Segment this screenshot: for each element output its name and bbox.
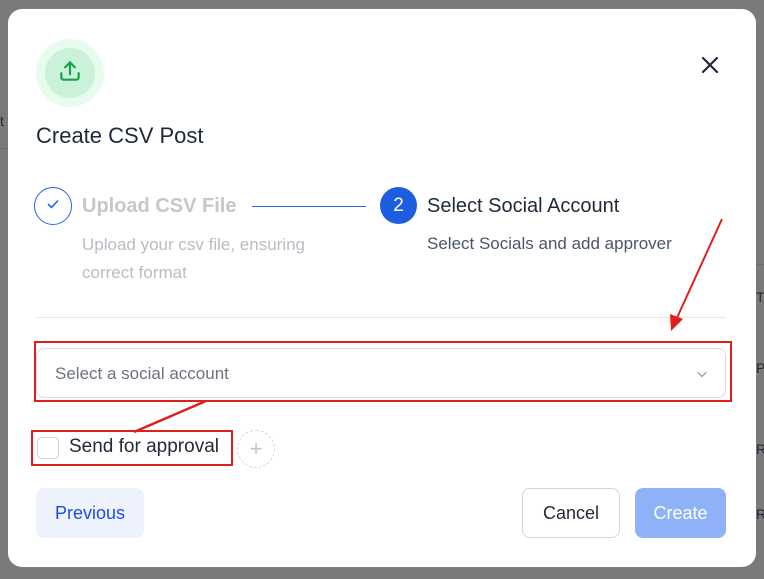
background-text: P xyxy=(756,360,764,376)
select-placeholder: Select a social account xyxy=(55,364,229,383)
step-1-title: Upload CSV File xyxy=(82,195,237,217)
check-icon xyxy=(46,197,60,216)
background-divider xyxy=(756,264,764,265)
create-button[interactable]: Create xyxy=(635,488,726,538)
plus-icon: + xyxy=(249,436,263,461)
previous-button[interactable]: Previous xyxy=(36,488,144,538)
upload-icon-badge xyxy=(36,39,104,107)
step-2-indicator: 2 xyxy=(380,187,417,224)
create-csv-post-modal: Create CSV Post Upload CSV File Upload y… xyxy=(8,9,756,567)
step-1-description: Upload your csv file, ensuring correct f… xyxy=(82,235,306,282)
chevron-down-icon xyxy=(695,367,709,381)
step-connector xyxy=(252,206,366,207)
step-2-title: Select Social Account xyxy=(427,195,620,217)
upload-icon xyxy=(57,58,83,89)
add-approver-button[interactable]: + xyxy=(237,430,275,468)
close-button[interactable] xyxy=(698,55,722,79)
send-for-approval-checkbox[interactable] xyxy=(37,437,59,459)
background-text: R xyxy=(756,506,764,522)
step-1-indicator xyxy=(34,187,72,225)
social-account-select[interactable]: Select a social account xyxy=(36,348,726,398)
background-text: t xyxy=(0,113,4,129)
step-2-description: Select Socials and add approver xyxy=(427,234,672,253)
section-divider xyxy=(36,317,726,318)
modal-title: Create CSV Post xyxy=(36,123,204,148)
cancel-button[interactable]: Cancel xyxy=(522,488,620,538)
background-text: Ty xyxy=(756,289,764,305)
background-divider xyxy=(0,148,8,149)
background-text: R xyxy=(756,441,764,457)
send-for-approval-label[interactable]: Send for approval xyxy=(69,436,219,458)
close-icon xyxy=(701,56,719,79)
